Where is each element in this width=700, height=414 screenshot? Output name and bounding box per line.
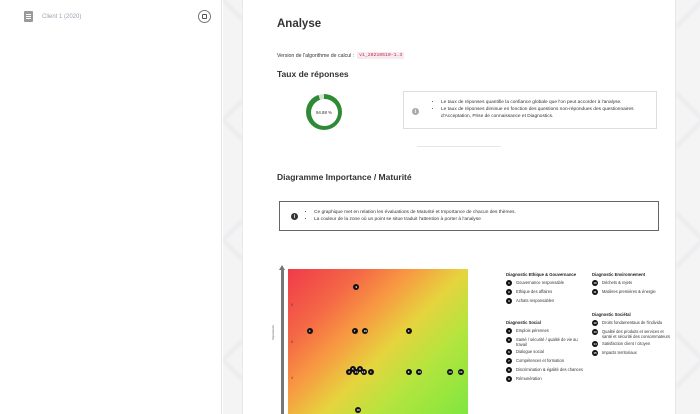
- diagram-info-box: i Ce graphique met en relation les évalu…: [279, 201, 659, 231]
- client-label: Client 1 (2020): [42, 13, 82, 20]
- diagram-heading: Diagramme Importance / Maturité: [277, 172, 412, 182]
- legend-item: 13 Qualité des produits et services et sa…: [592, 329, 674, 339]
- info-item: Ce graphique met en relation les évaluat…: [314, 209, 644, 216]
- legend-number-badge: 10: [592, 280, 598, 286]
- chart-point[interactable]: 13: [447, 369, 453, 376]
- legend-item-label: Dialogue social: [516, 349, 544, 354]
- legend-item: 10 Déchets & rejets: [592, 280, 674, 286]
- info-icon: i: [291, 213, 298, 220]
- legend-group-title: Diagnostic Sociétal: [592, 312, 631, 317]
- legend-number-badge: 2: [506, 289, 512, 295]
- legend-item: 8 Discrimination & égalité des chances: [506, 367, 588, 373]
- algorithm-version-label: Version de l'algorithme de calcul :: [277, 52, 355, 59]
- y-axis: [279, 265, 285, 414]
- legend-item-label: Discrimination & égalité des chances: [516, 367, 583, 372]
- legend-item: 11 Matières premières & énergie: [592, 289, 674, 295]
- chart-point[interactable]: 14: [457, 369, 464, 376]
- legend-group-title: Diagnostic Social: [506, 320, 541, 325]
- legend-item: 1 Gouvernance responsable: [506, 280, 588, 286]
- legend-number-badge: 13: [592, 329, 598, 335]
- legend-number-badge: 1: [506, 280, 512, 286]
- chart-point[interactable]: 12: [360, 369, 367, 376]
- legend-item-label: Rémunération: [516, 376, 542, 381]
- legend-item-label: Santé / sécurité / qualité de vie au tra…: [516, 337, 578, 347]
- legend-item-label: Emplois pérennes: [516, 328, 549, 333]
- legend-item: 12 Droits fondamentaux de l'individu: [592, 320, 674, 326]
- analysis-page: Analyse Version de l'algorithme de calcu…: [242, 0, 676, 414]
- response-rate-donut: 94.88 %: [306, 94, 342, 130]
- algorithm-version-code: v1_20210510-1.3: [357, 52, 405, 59]
- legend-number-badge: 15: [592, 350, 598, 356]
- chart-point[interactable]: 2: [346, 369, 353, 376]
- info-item: La couleur de la zone où un point se sit…: [314, 216, 644, 223]
- legend-number-badge: 6: [506, 349, 512, 355]
- legend-item-label: Gouvernance responsable: [516, 280, 565, 285]
- chart-point[interactable]: 8: [405, 369, 412, 376]
- y-axis-label: Importance: [271, 324, 275, 340]
- section-divider: [417, 146, 501, 147]
- chart-point[interactable]: 7: [351, 327, 358, 334]
- legend-item: 7 Compétences et formation: [506, 358, 588, 364]
- response-rate-value: 94.88 %: [310, 98, 338, 126]
- legend-number-badge: 11: [592, 289, 598, 295]
- legend-item: 4 Emplois pérennes: [506, 328, 588, 334]
- legend-number-badge: 12: [592, 320, 598, 326]
- chart-point[interactable]: 16: [355, 407, 362, 414]
- info-icon: i: [412, 108, 419, 115]
- collapse-sidebar-button[interactable]: [198, 10, 211, 23]
- legend-number-badge: 9: [506, 376, 512, 382]
- diagram-info-list: Ce graphique met en relation les évaluat…: [314, 209, 644, 223]
- client-item[interactable]: Client 1 (2020): [24, 11, 81, 22]
- legend-number-badge: 3: [506, 298, 512, 304]
- legend-item-label: Qualité des produits et services et sant…: [602, 329, 671, 339]
- legend-number-badge: 8: [506, 367, 512, 373]
- legend-item-label: Achats responsables: [516, 298, 555, 303]
- sidebar: Client 1 (2020): [0, 0, 222, 414]
- y-tick-label: 4: [291, 375, 293, 380]
- chart-point[interactable]: 4: [306, 327, 313, 334]
- document-icon: [24, 11, 33, 22]
- legend-item-label: Déchets & rejets: [602, 280, 633, 285]
- chart-point[interactable]: 1: [367, 369, 374, 376]
- page-title: Analyse: [277, 18, 322, 30]
- legend-item-label: Droits fondamentaux de l'individu: [602, 320, 663, 325]
- legend-item: 2 Ethique des affaires: [506, 289, 588, 295]
- legend-item-label: Matières premières & énergie: [602, 289, 656, 294]
- legend-number-badge: 5: [506, 337, 512, 343]
- response-rate-info-list: Le taux de réponses quantifie la confian…: [441, 99, 651, 120]
- chart-point[interactable]: 15: [416, 369, 423, 376]
- legend-group-title: Diagnostic Environnement: [592, 272, 646, 277]
- algorithm-version: Version de l'algorithme de calcul : v1_2…: [277, 52, 405, 59]
- chart-point[interactable]: 9: [353, 284, 360, 291]
- y-tick-label: 8: [291, 303, 293, 308]
- legend-item: 14 Satisfaction client / citoyen: [592, 341, 674, 347]
- legend-item: 6 Dialogue social: [506, 349, 588, 355]
- legend-number-badge: 7: [506, 358, 512, 364]
- info-item: Le taux de réponses quantifie la confian…: [441, 99, 651, 106]
- chart-point[interactable]: 10: [362, 327, 369, 334]
- legend-item-label: Compétences et formation: [516, 358, 565, 363]
- response-rate-heading: Taux de réponses: [277, 69, 349, 79]
- legend-item: 9 Rémunération: [506, 376, 588, 382]
- legend-number-badge: 4: [506, 328, 512, 334]
- legend-item: 3 Achats responsables: [506, 298, 588, 304]
- legend-item-label: Impacts territoriaux: [602, 350, 637, 355]
- response-rate-info-box: i Le taux de réponses quantifie la confi…: [403, 91, 657, 129]
- copy-icon: [202, 14, 207, 19]
- info-item: Le taux de réponses diminue en fonction …: [441, 106, 651, 120]
- legend-item-label: Ethique des affaires: [516, 289, 553, 294]
- legend-item: 5 Santé / sécurité / qualité de vie au tr…: [506, 337, 588, 347]
- legend-item-label: Satisfaction client / citoyen: [602, 341, 651, 346]
- chart-point[interactable]: 11: [353, 369, 360, 376]
- legend-group-title: Diagnostic Ethique & Gouvernance: [506, 272, 577, 277]
- legend-item: 15 Impacts territoriaux: [592, 350, 674, 356]
- y-tick-label: 6: [291, 339, 293, 344]
- legend-number-badge: 14: [592, 341, 598, 347]
- main-area: Analyse Version de l'algorithme de calcu…: [223, 0, 700, 414]
- chart-point[interactable]: 3: [405, 327, 412, 334]
- importance-maturity-chart: 8 6 4 9 4 7 10 3 5 6 2 11 12 1 8 15 13 14 16: [288, 269, 468, 414]
